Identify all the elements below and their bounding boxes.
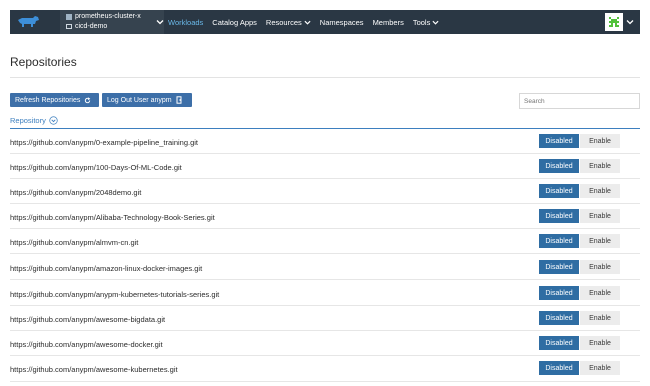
rancher-logo-icon[interactable]: [10, 10, 46, 34]
disabled-button[interactable]: Disabled: [539, 209, 579, 223]
disabled-button[interactable]: Disabled: [539, 134, 579, 148]
disabled-button[interactable]: Disabled: [539, 311, 579, 325]
disabled-button[interactable]: Disabled: [539, 260, 579, 274]
enable-button[interactable]: Enable: [580, 134, 620, 148]
table-row: https://github.com/anypm/amazon-linux-do…: [10, 255, 640, 280]
repository-column-header[interactable]: Repository: [10, 116, 58, 125]
disabled-button[interactable]: Disabled: [539, 286, 579, 300]
table-row: https://github.com/anypm/almvm-cn.git Di…: [10, 229, 640, 254]
repository-url: https://github.com/anypm/amazon-linux-do…: [10, 264, 203, 273]
cluster-project-switcher[interactable]: prometheus-cluster-x cicd-demo: [60, 10, 164, 34]
enable-button[interactable]: Enable: [580, 159, 620, 173]
sort-chevron-icon: [49, 116, 58, 125]
enable-button[interactable]: Enable: [580, 260, 620, 274]
enable-button[interactable]: Enable: [580, 209, 620, 223]
user-avatar[interactable]: [605, 13, 623, 31]
chevron-down-icon[interactable]: [156, 18, 164, 26]
enable-button[interactable]: Enable: [580, 234, 620, 248]
nav-workloads[interactable]: Workloads: [168, 18, 203, 27]
enable-button[interactable]: Enable: [580, 336, 620, 350]
disabled-button[interactable]: Disabled: [539, 336, 579, 350]
repository-url: https://github.com/anypm/anypm-kubernete…: [10, 290, 220, 299]
chevron-down-icon[interactable]: [626, 18, 634, 26]
table-row: https://github.com/anypm/awesome-kuberne…: [10, 356, 640, 382]
disabled-button[interactable]: Disabled: [539, 361, 579, 375]
divider: [10, 77, 640, 78]
project-name: cicd-demo: [75, 23, 108, 30]
nav-resources[interactable]: Resources: [266, 18, 311, 27]
repository-url: https://github.com/anypm/0-example-pipel…: [10, 138, 199, 147]
logout-user-button[interactable]: Log Out User anypm: [102, 93, 192, 107]
cluster-icon: [66, 13, 72, 20]
cluster-name: prometheus-cluster-x: [75, 13, 141, 20]
table-row: https://github.com/anypm/0-example-pipel…: [10, 129, 640, 154]
project-folder-icon: [66, 24, 72, 29]
repository-url: https://github.com/anypm/2048demo.git: [10, 188, 142, 197]
table-row: https://github.com/anypm/100-Days-Of-ML-…: [10, 154, 640, 179]
enable-button[interactable]: Enable: [580, 361, 620, 375]
identicon-icon: [607, 15, 621, 29]
repository-url: https://github.com/anypm/awesome-docker.…: [10, 340, 163, 349]
logout-icon: [176, 96, 182, 104]
table-row: https://github.com/anypm/awesome-bigdata…: [10, 306, 640, 331]
table-row: https://github.com/anypm/Alibaba-Technol…: [10, 204, 640, 229]
disabled-button[interactable]: Disabled: [539, 184, 579, 198]
enable-button[interactable]: Enable: [580, 311, 620, 325]
page-title: Repositories: [10, 55, 77, 69]
repository-url: https://github.com/anypm/100-Days-Of-ML-…: [10, 163, 182, 172]
nav-namespaces[interactable]: Namespaces: [320, 18, 364, 27]
table-row: https://github.com/anypm/anypm-kubernete…: [10, 281, 640, 306]
repository-url: https://github.com/anypm/almvm-cn.git: [10, 238, 139, 247]
disabled-button[interactable]: Disabled: [539, 234, 579, 248]
repository-url: https://github.com/anypm/awesome-kuberne…: [10, 365, 178, 374]
repository-url: https://github.com/anypm/awesome-bigdata…: [10, 315, 166, 324]
main-nav: Workloads Catalog Apps Resources Namespa…: [168, 10, 448, 34]
table-row: https://github.com/anypm/2048demo.git Di…: [10, 179, 640, 204]
top-navigation: prometheus-cluster-x cicd-demo Workloads…: [0, 0, 650, 40]
nav-members[interactable]: Members: [373, 18, 404, 27]
refresh-repositories-button[interactable]: Refresh Repositories: [10, 93, 99, 107]
repository-url: https://github.com/anypm/Alibaba-Technol…: [10, 213, 215, 222]
enable-button[interactable]: Enable: [580, 286, 620, 300]
disabled-button[interactable]: Disabled: [539, 159, 579, 173]
chevron-down-icon: [432, 20, 439, 25]
table-row: https://github.com/anypm/awesome-docker.…: [10, 331, 640, 356]
nav-catalog-apps[interactable]: Catalog Apps: [212, 18, 257, 27]
nav-tools[interactable]: Tools: [413, 18, 440, 27]
chevron-down-icon: [304, 20, 311, 25]
navbar: prometheus-cluster-x cicd-demo Workloads…: [10, 10, 640, 34]
refresh-icon: [85, 96, 91, 103]
search-input[interactable]: [519, 93, 640, 109]
enable-button[interactable]: Enable: [580, 184, 620, 198]
